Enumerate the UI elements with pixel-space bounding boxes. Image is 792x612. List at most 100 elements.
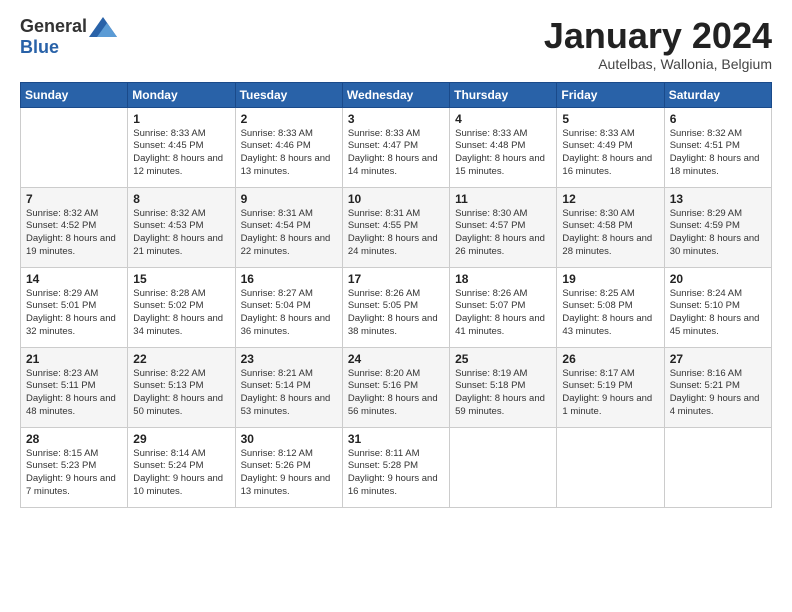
calendar-cell [21, 107, 128, 187]
col-tuesday: Tuesday [235, 82, 342, 107]
day-info: Sunrise: 8:26 AMSunset: 5:07 PMDaylight:… [455, 288, 551, 339]
logo-icon [89, 17, 117, 37]
calendar-cell: 10 Sunrise: 8:31 AMSunset: 4:55 PMDayligh… [342, 187, 449, 267]
calendar-cell: 4 Sunrise: 8:33 AMSunset: 4:48 PMDaylight… [450, 107, 557, 187]
calendar-cell [664, 427, 771, 507]
calendar-cell: 27Sunrise: 8:16 AMSunset: 5:21 PMDayligh… [664, 347, 771, 427]
day-info: Sunrise: 8:25 AMSunset: 5:08 PMDaylight:… [562, 288, 658, 339]
calendar-week-row: 14 Sunrise: 8:29 AMSunset: 5:01 PMDayligh… [21, 267, 772, 347]
day-info: Sunrise: 8:22 AMSunset: 5:13 PMDaylight:… [133, 368, 229, 419]
calendar-cell: 20 Sunrise: 8:24 AMSunset: 5:10 PMDayligh… [664, 267, 771, 347]
day-number: 31 [348, 432, 444, 446]
day-number: 20 [670, 272, 766, 286]
day-number: 3 [348, 112, 444, 126]
day-info: Sunrise: 8:27 AMSunset: 5:04 PMDaylight:… [241, 288, 337, 339]
col-wednesday: Wednesday [342, 82, 449, 107]
day-number: 1 [133, 112, 229, 126]
calendar-cell: 11 Sunrise: 8:30 AMSunset: 4:57 PMDayligh… [450, 187, 557, 267]
page: General Blue January 2024 Autelbas, Wall… [0, 0, 792, 612]
col-monday: Monday [128, 82, 235, 107]
day-number: 12 [562, 192, 658, 206]
calendar-table: Sunday Monday Tuesday Wednesday Thursday… [20, 82, 772, 508]
calendar-cell: 29 Sunrise: 8:14 AMSunset: 5:24 PMDayligh… [128, 427, 235, 507]
calendar-cell: 21Sunrise: 8:23 AMSunset: 5:11 PMDayligh… [21, 347, 128, 427]
day-number: 15 [133, 272, 229, 286]
calendar-cell: 22Sunrise: 8:22 AMSunset: 5:13 PMDayligh… [128, 347, 235, 427]
col-friday: Friday [557, 82, 664, 107]
day-number: 13 [670, 192, 766, 206]
day-info: Sunrise: 8:33 AMSunset: 4:46 PMDaylight:… [241, 128, 337, 179]
day-number: 6 [670, 112, 766, 126]
day-info: Sunrise: 8:33 AMSunset: 4:47 PMDaylight:… [348, 128, 444, 179]
day-info: Sunrise: 8:29 AMSunset: 4:59 PMDaylight:… [670, 208, 766, 259]
calendar-cell: 16 Sunrise: 8:27 AMSunset: 5:04 PMDayligh… [235, 267, 342, 347]
day-info: Sunrise: 8:21 AMSunset: 5:14 PMDaylight:… [241, 368, 337, 419]
day-number: 26 [562, 352, 658, 366]
day-info: Sunrise: 8:11 AMSunset: 5:28 PMDaylight:… [348, 448, 444, 499]
day-info: Sunrise: 8:24 AMSunset: 5:10 PMDaylight:… [670, 288, 766, 339]
day-info: Sunrise: 8:16 AMSunset: 5:21 PMDaylight:… [670, 368, 766, 419]
day-info: Sunrise: 8:20 AMSunset: 5:16 PMDaylight:… [348, 368, 444, 419]
calendar-cell: 2 Sunrise: 8:33 AMSunset: 4:46 PMDaylight… [235, 107, 342, 187]
calendar-cell: 24Sunrise: 8:20 AMSunset: 5:16 PMDayligh… [342, 347, 449, 427]
day-number: 29 [133, 432, 229, 446]
day-number: 17 [348, 272, 444, 286]
calendar-week-row: 7 Sunrise: 8:32 AMSunset: 4:52 PMDaylight… [21, 187, 772, 267]
day-info: Sunrise: 8:26 AMSunset: 5:05 PMDaylight:… [348, 288, 444, 339]
calendar-cell [450, 427, 557, 507]
day-number: 28 [26, 432, 122, 446]
day-info: Sunrise: 8:33 AMSunset: 4:48 PMDaylight:… [455, 128, 551, 179]
day-number: 25 [455, 352, 551, 366]
day-number: 21 [26, 352, 122, 366]
day-info: Sunrise: 8:19 AMSunset: 5:18 PMDaylight:… [455, 368, 551, 419]
day-number: 10 [348, 192, 444, 206]
day-info: Sunrise: 8:14 AMSunset: 5:24 PMDaylight:… [133, 448, 229, 499]
day-info: Sunrise: 8:32 AMSunset: 4:51 PMDaylight:… [670, 128, 766, 179]
calendar-cell [557, 427, 664, 507]
calendar-cell: 25 Sunrise: 8:19 AMSunset: 5:18 PMDayligh… [450, 347, 557, 427]
calendar-cell: 9Sunrise: 8:31 AMSunset: 4:54 PMDaylight… [235, 187, 342, 267]
day-number: 8 [133, 192, 229, 206]
day-info: Sunrise: 8:32 AMSunset: 4:53 PMDaylight:… [133, 208, 229, 259]
calendar-cell: 8 Sunrise: 8:32 AMSunset: 4:53 PMDaylight… [128, 187, 235, 267]
day-number: 14 [26, 272, 122, 286]
day-info: Sunrise: 8:32 AMSunset: 4:52 PMDaylight:… [26, 208, 122, 259]
col-thursday: Thursday [450, 82, 557, 107]
subtitle: Autelbas, Wallonia, Belgium [544, 56, 772, 72]
day-number: 5 [562, 112, 658, 126]
day-info: Sunrise: 8:30 AMSunset: 4:57 PMDaylight:… [455, 208, 551, 259]
calendar-week-row: 28 Sunrise: 8:15 AMSunset: 5:23 PMDayligh… [21, 427, 772, 507]
day-number: 9 [241, 192, 337, 206]
day-number: 2 [241, 112, 337, 126]
title-section: January 2024 Autelbas, Wallonia, Belgium [544, 16, 772, 72]
calendar-cell: 1 Sunrise: 8:33 AMSunset: 4:45 PMDaylight… [128, 107, 235, 187]
calendar-cell: 28 Sunrise: 8:15 AMSunset: 5:23 PMDayligh… [21, 427, 128, 507]
day-number: 11 [455, 192, 551, 206]
calendar-cell: 12Sunrise: 8:30 AMSunset: 4:58 PMDayligh… [557, 187, 664, 267]
day-info: Sunrise: 8:29 AMSunset: 5:01 PMDaylight:… [26, 288, 122, 339]
calendar-cell: 13 Sunrise: 8:29 AMSunset: 4:59 PMDayligh… [664, 187, 771, 267]
calendar-cell: 26Sunrise: 8:17 AMSunset: 5:19 PMDayligh… [557, 347, 664, 427]
calendar-cell: 31 Sunrise: 8:11 AMSunset: 5:28 PMDayligh… [342, 427, 449, 507]
day-info: Sunrise: 8:31 AMSunset: 4:55 PMDaylight:… [348, 208, 444, 259]
day-info: Sunrise: 8:12 AMSunset: 5:26 PMDaylight:… [241, 448, 337, 499]
day-number: 4 [455, 112, 551, 126]
day-number: 30 [241, 432, 337, 446]
day-number: 16 [241, 272, 337, 286]
calendar-cell: 5 Sunrise: 8:33 AMSunset: 4:49 PMDaylight… [557, 107, 664, 187]
calendar-cell: 18 Sunrise: 8:26 AMSunset: 5:07 PMDayligh… [450, 267, 557, 347]
calendar-cell: 7 Sunrise: 8:32 AMSunset: 4:52 PMDaylight… [21, 187, 128, 267]
day-info: Sunrise: 8:33 AMSunset: 4:49 PMDaylight:… [562, 128, 658, 179]
day-info: Sunrise: 8:28 AMSunset: 5:02 PMDaylight:… [133, 288, 229, 339]
day-info: Sunrise: 8:15 AMSunset: 5:23 PMDaylight:… [26, 448, 122, 499]
calendar-cell: 30 Sunrise: 8:12 AMSunset: 5:26 PMDayligh… [235, 427, 342, 507]
col-saturday: Saturday [664, 82, 771, 107]
logo: General Blue [20, 16, 117, 58]
day-number: 7 [26, 192, 122, 206]
day-info: Sunrise: 8:33 AMSunset: 4:45 PMDaylight:… [133, 128, 229, 179]
calendar-cell: 15 Sunrise: 8:28 AMSunset: 5:02 PMDayligh… [128, 267, 235, 347]
month-title: January 2024 [544, 16, 772, 56]
calendar-header-row: Sunday Monday Tuesday Wednesday Thursday… [21, 82, 772, 107]
calendar-cell: 19Sunrise: 8:25 AMSunset: 5:08 PMDayligh… [557, 267, 664, 347]
day-number: 18 [455, 272, 551, 286]
